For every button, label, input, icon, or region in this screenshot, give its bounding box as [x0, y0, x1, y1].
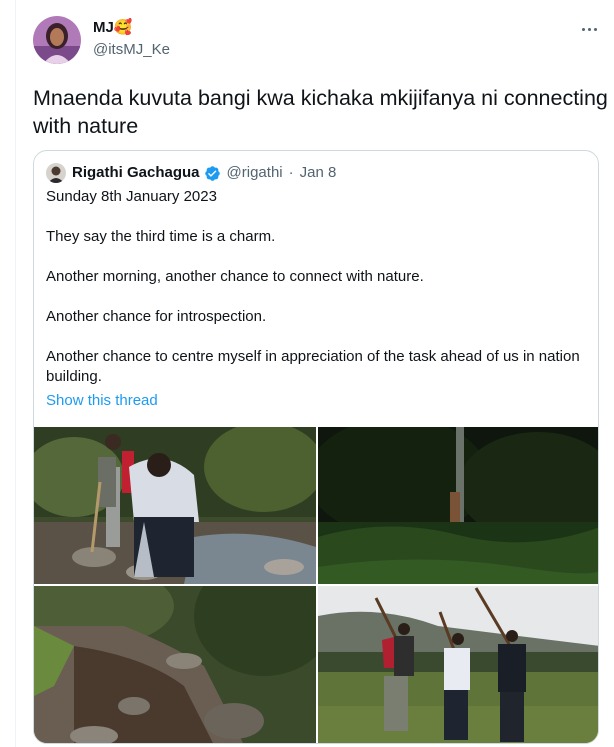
- photo-men-walking[interactable]: [318, 586, 598, 743]
- quoted-line-1: They say the third time is a charm.: [46, 228, 276, 245]
- author-name[interactable]: MJ🥰: [93, 19, 133, 37]
- quoted-author-name[interactable]: Rigathi Gachagua: [72, 164, 200, 182]
- photo-man-washing-face[interactable]: [34, 427, 316, 584]
- quoted-author-avatar[interactable]: [46, 163, 66, 183]
- quoted-line-4: Another chance to centre myself in appre…: [46, 348, 580, 385]
- quoted-tweet[interactable]: Rigathi Gachagua @rigathi · Jan 8 Sunday…: [33, 150, 599, 744]
- author-avatar[interactable]: [33, 16, 81, 64]
- quoted-line-date: Sunday 8th January 2023: [46, 188, 217, 205]
- photo-dark-forest[interactable]: [318, 427, 598, 584]
- photo-grid: [34, 427, 598, 743]
- tweet[interactable]: MJ🥰 @itsMJ_Ke Mnaenda kuvuta bangi kwa k…: [16, 0, 614, 747]
- author-handle[interactable]: @itsMJ_Ke: [93, 41, 170, 59]
- verified-badge-icon: [204, 165, 220, 181]
- author-name-row[interactable]: MJ🥰: [93, 19, 133, 37]
- tweet-text: Mnaenda kuvuta bangi kwa kichaka mkijifa…: [33, 86, 608, 138]
- quoted-tweet-body: Sunday 8th January 2023 They say the thi…: [46, 187, 586, 387]
- quoted-line-2: Another morning, another chance to conne…: [46, 268, 424, 285]
- quoted-tweet-header: Rigathi Gachagua @rigathi · Jan 8: [46, 163, 336, 183]
- photo-rocky-stream[interactable]: [34, 586, 316, 743]
- quoted-line-3: Another chance for introspection.: [46, 308, 267, 325]
- header-separator: ·: [288, 164, 294, 181]
- show-thread-link[interactable]: Show this thread: [46, 391, 158, 411]
- more-horizontal-icon[interactable]: [578, 20, 600, 38]
- quoted-tweet-date[interactable]: Jan 8: [300, 164, 337, 182]
- quoted-author-handle[interactable]: @rigathi: [227, 164, 283, 182]
